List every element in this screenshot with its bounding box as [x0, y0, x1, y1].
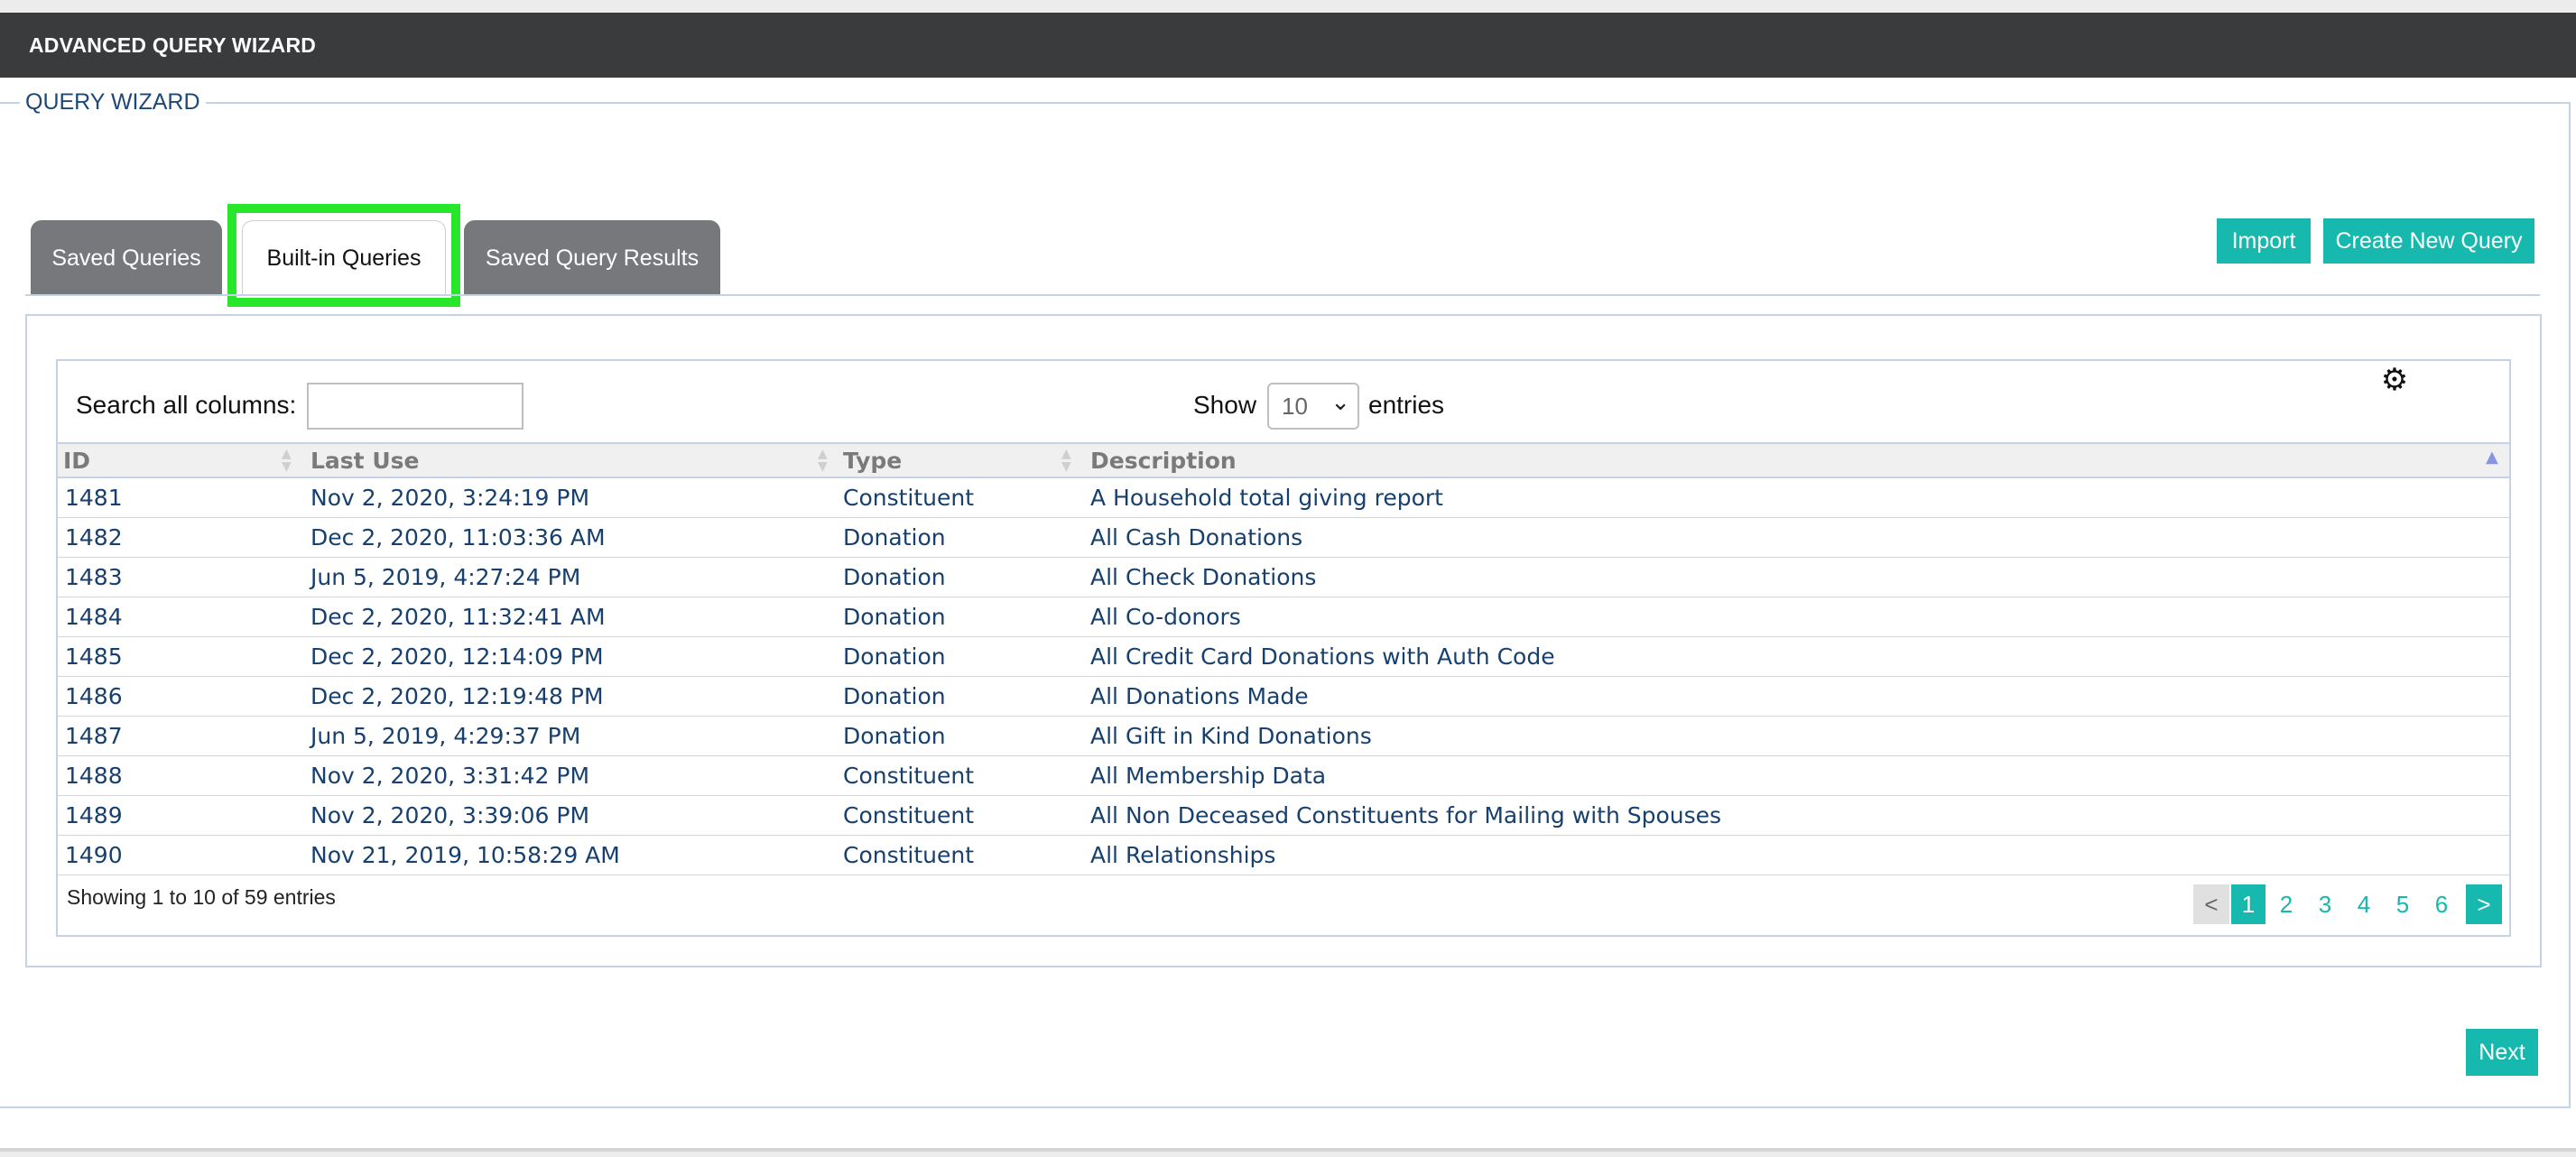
table-row[interactable]: 1490 Nov 21, 2019, 10:58:29 AM Constituent… [58, 836, 2509, 875]
table-row[interactable]: 1486 Dec 2, 2020, 12:19:48 PM Donation All … [58, 677, 2509, 717]
query-wizard-legend: QUERY WIZARD [20, 87, 206, 117]
tab-label: Built-in Queries [266, 245, 422, 271]
cell-last-use[interactable]: Dec 2, 2020, 11:03:36 AM [310, 518, 606, 558]
cell-type[interactable]: Constituent [843, 756, 974, 796]
cell-description[interactable]: All Cash Donations [1090, 518, 1302, 558]
cell-type[interactable]: Constituent [843, 478, 974, 518]
cell-id[interactable]: 1489 [65, 796, 123, 836]
create-new-query-label: Create New Query [2335, 227, 2523, 254]
table-row[interactable]: 1484 Dec 2, 2020, 11:32:41 AM Donation All … [58, 597, 2509, 637]
pagination-page-1[interactable]: 1 [2231, 884, 2266, 924]
cell-last-use[interactable]: Nov 2, 2020, 3:31:42 PM [310, 756, 589, 796]
table-info: Showing 1 to 10 of 59 entries [67, 885, 336, 909]
search-input[interactable] [307, 383, 524, 430]
table-row[interactable]: 1489 Nov 2, 2020, 3:39:06 PM Constituent Al… [58, 796, 2509, 836]
next-button[interactable]: Next [2466, 1029, 2538, 1076]
next-button-label: Next [2479, 1039, 2525, 1065]
sort-icon: ▲ ▼ [282, 447, 292, 474]
bottom-divider [0, 1148, 2576, 1152]
app-header: ADVANCED QUERY WIZARD [0, 13, 2576, 78]
cell-type[interactable]: Donation [843, 677, 946, 717]
table-row[interactable]: 1482 Dec 2, 2020, 11:03:36 AM Donation All … [58, 518, 2509, 558]
column-header-label: ID [63, 448, 91, 474]
cell-last-use[interactable]: Jun 5, 2019, 4:29:37 PM [310, 717, 580, 756]
sort-icon: ▲ ▼ [1061, 447, 1071, 474]
tabs-divider [25, 294, 2540, 296]
import-button-label: Import [2231, 227, 2296, 254]
cell-type[interactable]: Donation [843, 717, 946, 756]
pagination-page-3[interactable]: 3 [2308, 884, 2342, 924]
cell-description[interactable]: All Co-donors [1090, 597, 1241, 637]
pagination-page-4[interactable]: 4 [2347, 884, 2381, 924]
column-header-id[interactable]: ID [63, 444, 90, 477]
table-row[interactable]: 1481 Nov 2, 2020, 3:24:19 PM Constituent A … [58, 478, 2509, 518]
gear-icon[interactable]: ⚙ [2379, 365, 2410, 395]
cell-type[interactable]: Constituent [843, 796, 974, 836]
create-new-query-button[interactable]: Create New Query [2323, 218, 2534, 264]
page-size-value: 10 [1282, 392, 1308, 420]
tab-label: Saved Queries [51, 245, 201, 271]
cell-last-use[interactable]: Nov 2, 2020, 3:24:19 PM [310, 478, 589, 518]
cell-description[interactable]: All Gift in Kind Donations [1090, 717, 1372, 756]
cell-id[interactable]: 1483 [65, 558, 123, 597]
pagination-next-button[interactable]: > [2466, 884, 2502, 924]
cell-last-use[interactable]: Dec 2, 2020, 11:32:41 AM [310, 597, 606, 637]
entries-label: entries [1368, 391, 1445, 419]
sort-ascending-icon: ▲ [2486, 448, 2498, 467]
tab-saved-query-results[interactable]: Saved Query Results [464, 220, 720, 296]
cell-description[interactable]: A Household total giving report [1090, 478, 1443, 518]
column-header-label: Last Use [310, 448, 420, 474]
tab-label: Saved Query Results [485, 245, 700, 271]
cell-last-use[interactable]: Nov 2, 2020, 3:39:06 PM [310, 796, 589, 836]
tab-built-in-queries[interactable]: Built-in Queries [242, 220, 446, 296]
cell-type[interactable]: Constituent [843, 836, 974, 875]
cell-last-use[interactable]: Dec 2, 2020, 12:19:48 PM [310, 677, 604, 717]
cell-type[interactable]: Donation [843, 558, 946, 597]
column-header-type[interactable]: Type [843, 444, 902, 477]
column-header-last-use[interactable]: Last Use [310, 444, 419, 477]
show-label: Show [1193, 391, 1257, 419]
table-row[interactable]: 1487 Jun 5, 2019, 4:29:37 PM Donation All G… [58, 717, 2509, 756]
table-row[interactable]: 1488 Nov 2, 2020, 3:31:42 PM Constituent Al… [58, 756, 2509, 796]
column-header-label: Description [1090, 448, 1237, 474]
pagination-page-2[interactable]: 2 [2269, 884, 2303, 924]
tab-saved-queries[interactable]: Saved Queries [31, 220, 222, 296]
cell-description[interactable]: All Credit Card Donations with Auth Code [1090, 637, 1555, 677]
cell-id[interactable]: 1485 [65, 637, 123, 677]
cell-id[interactable]: 1482 [65, 518, 123, 558]
pagination-prev-button[interactable]: < [2193, 884, 2229, 924]
cell-id[interactable]: 1486 [65, 677, 123, 717]
cell-id[interactable]: 1484 [65, 597, 123, 637]
cell-description[interactable]: All Membership Data [1090, 756, 1326, 796]
import-button[interactable]: Import [2217, 218, 2311, 264]
search-label: Search all columns: [76, 391, 297, 419]
sort-icon: ▲ ▼ [818, 447, 828, 474]
cell-last-use[interactable]: Dec 2, 2020, 12:14:09 PM [310, 637, 604, 677]
table-row[interactable]: 1483 Jun 5, 2019, 4:27:24 PM Donation All C… [58, 558, 2509, 597]
cell-description[interactable]: All Relationships [1090, 836, 1275, 875]
pagination-page-6[interactable]: 6 [2424, 884, 2459, 924]
table-header: ID ▲ ▼ Last Use ▲ ▼ Type ▲ ▼ Description ▲ [58, 442, 2509, 478]
cell-type[interactable]: Donation [843, 597, 946, 637]
page-size-select[interactable]: 10 ⌄ [1267, 383, 1359, 430]
column-header-label: Type [843, 448, 903, 474]
cell-description[interactable]: All Check Donations [1090, 558, 1316, 597]
cell-type[interactable]: Donation [843, 637, 946, 677]
chevron-down-icon: ⌄ [1330, 388, 1350, 415]
cell-last-use[interactable]: Nov 21, 2019, 10:58:29 AM [310, 836, 620, 875]
top-gap [0, 0, 2576, 13]
pagination-page-5[interactable]: 5 [2386, 884, 2420, 924]
table-row[interactable]: 1485 Dec 2, 2020, 12:14:09 PM Donation All … [58, 637, 2509, 677]
cell-last-use[interactable]: Jun 5, 2019, 4:27:24 PM [310, 558, 580, 597]
cell-id[interactable]: 1490 [65, 836, 123, 875]
app-title: ADVANCED QUERY WIZARD [29, 33, 317, 57]
cell-description[interactable]: All Non Deceased Constituents for Mailin… [1090, 796, 1721, 836]
cell-type[interactable]: Donation [843, 518, 946, 558]
cell-id[interactable]: 1481 [65, 478, 123, 518]
cell-id[interactable]: 1487 [65, 717, 123, 756]
cell-description[interactable]: All Donations Made [1090, 677, 1309, 717]
cell-id[interactable]: 1488 [65, 756, 123, 796]
column-header-description[interactable]: Description [1090, 444, 1237, 477]
